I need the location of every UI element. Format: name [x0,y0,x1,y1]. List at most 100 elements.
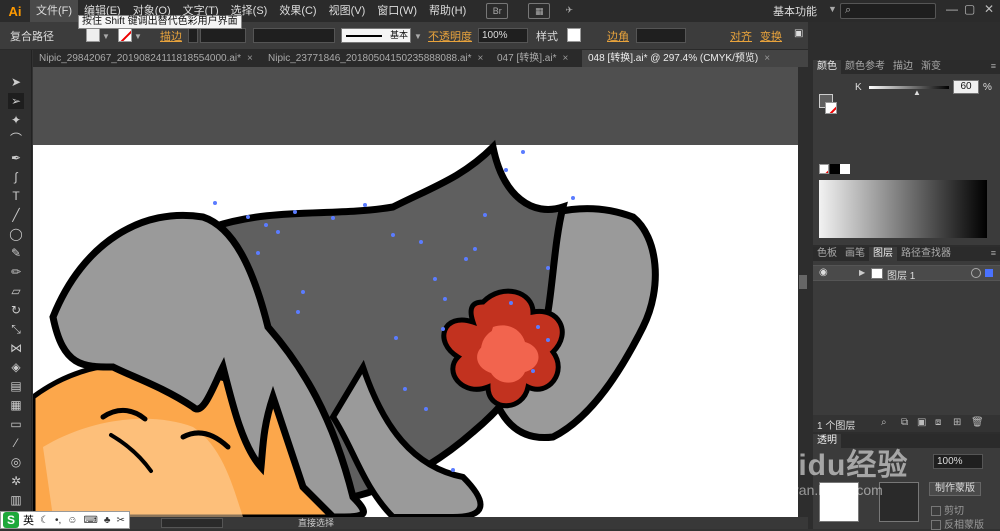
tab-brushes[interactable]: 画笔 [841,247,869,261]
punctuation-icon[interactable]: •, [55,515,61,526]
transparency-opacity-input[interactable]: 100% [933,454,983,469]
tab-pathfinder[interactable]: 路径查找器 [897,247,955,261]
stroke-color-swatch[interactable] [825,102,837,114]
stroke-weight-input[interactable] [200,28,246,43]
wrench-icon[interactable]: ✂ [116,515,124,526]
variable-width-profile[interactable] [253,28,335,43]
blend-tool-icon[interactable]: ◎ [8,454,24,470]
moon-icon[interactable]: ☾ [40,515,49,526]
make-mask-button[interactable]: 制作蒙版 [929,482,981,496]
stroke-swatch[interactable] [118,28,132,42]
search-icon[interactable]: ⌕ [881,417,887,428]
scale-tool-icon[interactable]: ⤡ [8,321,24,337]
direct-selection-tool-icon[interactable]: ➢ [8,93,24,109]
menu-effect[interactable]: 效果(C) [273,0,322,22]
minimize-icon[interactable]: — [946,2,958,16]
close-icon[interactable]: × [478,53,484,64]
symbol-sprayer-icon[interactable]: ✲ [8,473,24,489]
gradient-tool-icon[interactable]: ▭ [8,416,24,432]
scroll-thumb[interactable] [799,275,807,289]
brush-definition[interactable]: 基本 [341,28,411,43]
menu-window[interactable]: 窗口(W) [371,0,423,22]
new-sublayer-icon[interactable]: ⧈ [935,417,941,428]
line-tool-icon[interactable]: ╱ [8,207,24,223]
search-input[interactable]: ⌕ [840,3,936,19]
smile-icon[interactable]: ☺ [67,515,77,526]
menu-view[interactable]: 视图(V) [323,0,372,22]
menu-help[interactable]: 帮助(H) [423,0,472,22]
paintbrush-icon[interactable]: ✎ [8,245,24,261]
magic-wand-icon[interactable]: ✦ [8,112,24,128]
clip-mask-icon[interactable]: ▣ [917,417,926,428]
tab-color[interactable]: 颜色 [813,60,841,74]
maximize-icon[interactable]: ▢ [964,2,975,16]
target-icon[interactable] [971,268,981,278]
chevron-down-icon[interactable]: ▼ [414,32,422,41]
panel-menu-icon[interactable]: ≡ [991,248,996,258]
stroke-weight-stepper[interactable] [188,28,198,43]
bridge-icon[interactable]: Br [486,3,509,19]
eye-icon[interactable]: ◉ [819,267,828,278]
shape-builder-icon[interactable]: ◈ [8,359,24,375]
trash-icon[interactable]: 🗑 [971,417,984,428]
corner-link[interactable]: 边角 [607,28,629,44]
stroke-link[interactable]: 描边 [160,28,182,44]
tab-document-1[interactable]: Nipic_29842067_20190824111818554000.ai* × [33,50,261,67]
sogou-icon[interactable]: S [3,512,19,528]
selection-indicator[interactable] [985,269,993,277]
corner-radius-input[interactable] [636,28,686,43]
ime-language[interactable]: 英 [23,512,34,528]
eraser-icon[interactable]: ▱ [8,283,24,299]
arrange-documents-icon[interactable]: ▦ [528,3,551,19]
clip-checkbox[interactable]: 剪切 [931,502,964,517]
close-icon[interactable]: × [562,53,568,64]
graphic-style-swatch[interactable] [567,28,581,42]
tab-swatches[interactable]: 色板 [813,247,841,261]
pencil-icon[interactable]: ✏ [8,264,24,280]
rotate-tool-icon[interactable]: ↻ [8,302,24,318]
ellipse-tool-icon[interactable]: ◯ [8,226,24,242]
black-swatch[interactable] [830,164,840,174]
chevron-down-icon[interactable]: ▼ [102,32,110,41]
workspace-switcher[interactable]: 基本功能 [773,3,817,19]
color-spectrum[interactable] [819,180,987,238]
artboard-navigation[interactable] [161,518,223,528]
opacity-link[interactable]: 不透明度 [428,28,472,44]
type-tool-icon[interactable]: T [8,188,24,204]
expand-arrow-icon[interactable]: ▶ [859,268,865,277]
curvature-tool-icon[interactable]: ∫ [8,169,24,185]
k-slider[interactable] [869,86,949,89]
white-swatch[interactable] [840,164,850,174]
align-link[interactable]: 对齐 [730,28,752,44]
new-layer-icon[interactable]: ⊞ [953,417,961,428]
mesh-tool-icon[interactable]: ▦ [8,397,24,413]
chevron-down-icon[interactable]: ▼ [828,4,837,14]
none-swatch[interactable] [819,164,829,174]
close-icon[interactable]: ✕ [984,2,994,16]
transform-link[interactable]: 变换 [760,28,782,44]
pen-tool-icon[interactable]: ✒ [8,150,24,166]
panel-menu-icon[interactable]: ≡ [991,61,996,71]
tab-gradient[interactable]: 渐变 [917,60,945,74]
opacity-input[interactable]: 100% [478,28,528,43]
graph-tool-icon[interactable]: ▥ [8,492,24,508]
slider-thumb[interactable]: ▲ [913,88,921,97]
eyedropper-icon[interactable]: ⁄ [8,435,24,451]
tab-document-3[interactable]: 047 [转换].ai* × [491,50,581,67]
tab-document-2[interactable]: Nipic_23771846_20180504150235888088.ai* × [262,50,490,67]
layer-name[interactable]: 图层 1 [887,267,915,282]
skin-icon[interactable]: ♣ [104,515,111,526]
gpu-performance-icon[interactable]: ✈ [558,3,580,19]
chevron-down-icon[interactable]: ▼ [134,32,142,41]
tab-stroke[interactable]: 描边 [889,60,917,74]
layer-row[interactable]: ◉ ▶ 图层 1 [813,265,1000,282]
selection-tool-icon[interactable]: ➤ [8,74,24,90]
tab-document-4[interactable]: 048 [转换].ai* @ 297.4% (CMYK/预览) × [582,50,808,67]
menu-file[interactable]: 文件(F) [30,0,79,22]
close-icon[interactable]: × [247,53,253,64]
tab-color-guide[interactable]: 颜色参考 [841,60,889,74]
k-value-input[interactable]: 60 [953,80,979,94]
lasso-icon[interactable]: ⌒ [8,131,24,147]
fill-swatch[interactable] [86,28,100,42]
export-icon[interactable]: ⧉ [901,417,908,428]
